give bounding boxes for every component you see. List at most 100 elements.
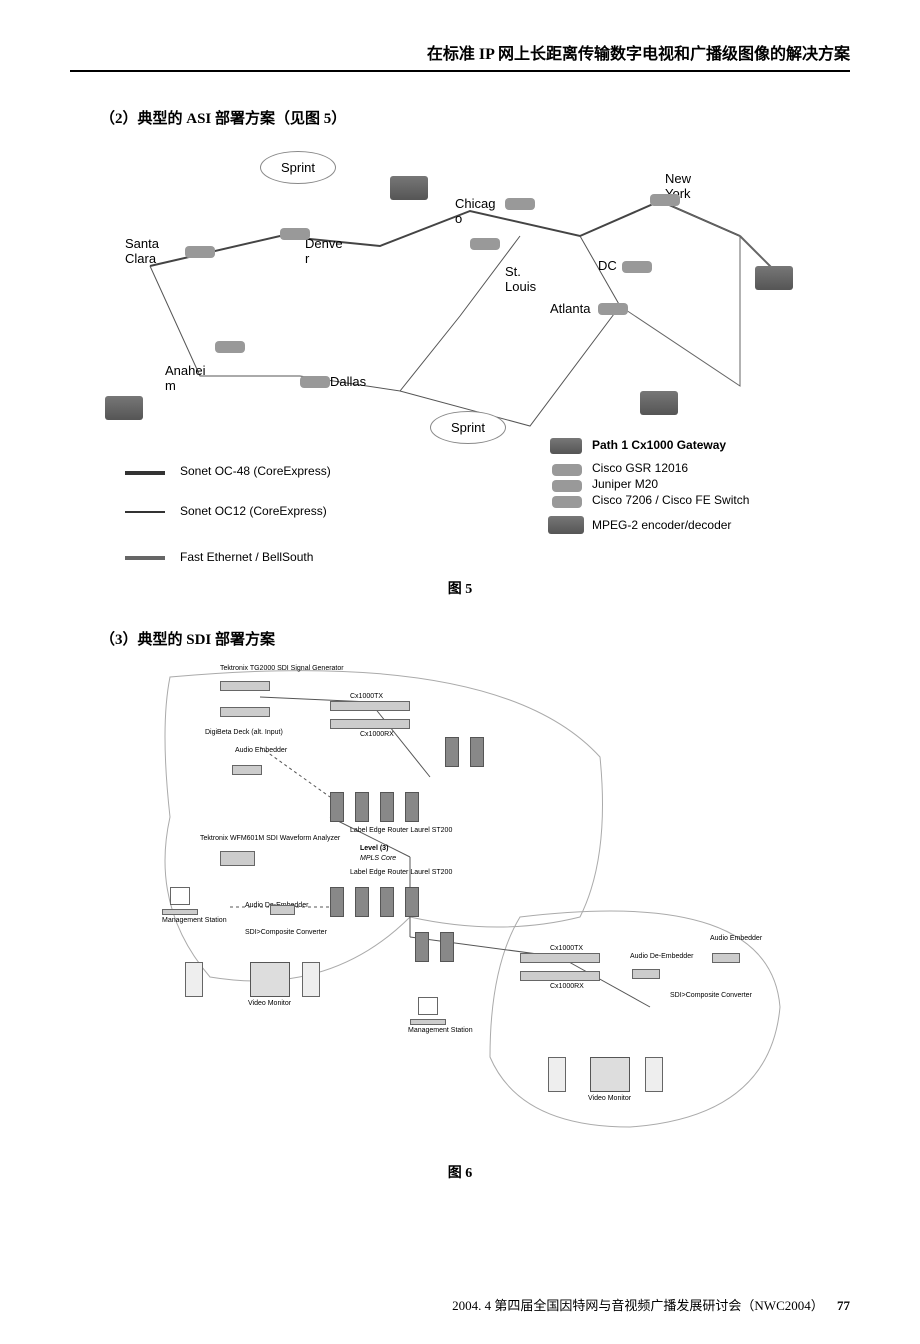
legend-gateway-icon — [550, 438, 582, 454]
monitor-2 — [590, 1057, 630, 1092]
speaker-3 — [548, 1057, 566, 1092]
legend-juniper-text: Juniper M20 — [592, 477, 658, 491]
audio-emb-box-1 — [232, 765, 262, 775]
digibeta-box — [220, 707, 270, 717]
chicago-label: Chicag o — [455, 196, 495, 226]
level3-label: Level (3) — [360, 845, 388, 852]
legend-fe-line — [125, 556, 165, 560]
denver-icon — [280, 228, 310, 240]
figure-6: Tektronix TG2000 SDI Signal Generator Cx… — [150, 657, 790, 1137]
monitor-1 — [250, 962, 290, 997]
chicago-icon — [505, 198, 535, 210]
cx1000tx-box-2 — [520, 953, 600, 963]
dallas-icon — [300, 376, 330, 388]
rack-12 — [440, 932, 454, 962]
dc-encoder-icon — [755, 266, 793, 290]
wfm-label: Tektronix WFM601M SDI Waveform Analyzer — [200, 835, 340, 842]
legend-7206-text: Cisco 7206 / Cisco FE Switch — [592, 493, 749, 507]
audio-emb-label-2: Audio Embedder — [710, 935, 762, 942]
atlanta-icon — [598, 303, 628, 315]
fig5-caption: 图 5 — [70, 578, 850, 598]
rack-8 — [355, 887, 369, 917]
legend-oc48-line — [125, 471, 165, 475]
dc-label: DC — [598, 258, 617, 273]
legend-7206-icon — [552, 496, 582, 508]
mgmt-label-1: Management Station — [162, 917, 227, 924]
rack-5 — [380, 792, 394, 822]
legend-gsr-icon — [552, 464, 582, 476]
atlanta-encoder-icon — [640, 391, 678, 415]
atlanta-label: Atlanta — [550, 301, 590, 316]
anaheim-label: Anahei m — [165, 363, 205, 393]
st-louis-icon — [470, 238, 500, 250]
rack-1 — [445, 737, 459, 767]
tg2000-box — [220, 681, 270, 691]
top-gateway-icon — [390, 176, 428, 200]
legend-mpeg-text: MPEG-2 encoder/decoder — [592, 518, 731, 532]
cx1000rx-label-2: Cx1000RX — [550, 983, 584, 990]
digibeta-label: DigiBeta Deck (alt. Input) — [205, 729, 283, 736]
legend-oc48-text: Sonet OC-48 (CoreExpress) — [180, 464, 331, 478]
denver-label: Denve r — [305, 236, 343, 266]
cx1000tx-label-1: Cx1000TX — [350, 693, 383, 700]
sdi-comp-label-2: SDI>Composite Converter — [670, 992, 752, 999]
ler-label-1: Label Edge Router Laurel ST200 — [350, 827, 452, 834]
rack-6 — [405, 792, 419, 822]
page-header: 在标准 IP 网上长距离传输数字电视和广播级图像的解决方案 — [70, 40, 850, 72]
fig6-caption: 图 6 — [70, 1162, 850, 1182]
page-footer: 2004. 4 第四届全国因特网与音视频广播发展研讨会（NWC2004） 77 — [452, 1295, 850, 1314]
cx1000tx-label-2: Cx1000TX — [550, 945, 583, 952]
audio-emb-box-2 — [712, 953, 740, 963]
audio-deemb-label-2: Audio De-Embedder — [630, 953, 693, 960]
mpls-label: MPLS Core — [360, 855, 396, 862]
mgmt-base-2 — [410, 1019, 446, 1025]
cx1000rx-label-1: Cx1000RX — [360, 731, 394, 738]
rack-7 — [330, 887, 344, 917]
audio-deemb-box-2 — [632, 969, 660, 979]
legend-fe-text: Fast Ethernet / BellSouth — [180, 550, 313, 564]
legend-juniper-icon — [552, 480, 582, 492]
figure-5: Sprint Sprint Santa Clara Denve r Chicag… — [100, 136, 820, 566]
section-2-title: （2）典型的 ASI 部署方案（见图 5） — [100, 107, 850, 128]
audio-deemb-box-1 — [270, 905, 295, 915]
legend-oc12-text: Sonet OC12 (CoreExpress) — [180, 504, 327, 518]
cx1000tx-box-1 — [330, 701, 410, 711]
rack-9 — [380, 887, 394, 917]
sprint-cloud-top: Sprint — [260, 151, 336, 184]
legend-gsr-text: Cisco GSR 12016 — [592, 461, 688, 475]
footer-text: 2004. 4 第四届全国因特网与音视频广播发展研讨会（NWC2004） — [452, 1298, 824, 1313]
rack-4 — [355, 792, 369, 822]
st-louis-label: St. Louis — [505, 264, 536, 294]
speaker-2 — [302, 962, 320, 997]
section-3-title: （3）典型的 SDI 部署方案 — [100, 628, 850, 649]
rack-11 — [415, 932, 429, 962]
audio-emb-label-1: Audio Embedder — [235, 747, 287, 754]
cx1000rx-box-2 — [520, 971, 600, 981]
legend-gateway-text: Path 1 Cx1000 Gateway — [592, 438, 726, 452]
speaker-4 — [645, 1057, 663, 1092]
santa-clara-icon — [185, 246, 215, 258]
page-number: 77 — [837, 1298, 850, 1313]
video-monitor-label-1: Video Monitor — [248, 1000, 291, 1007]
santa-clara-label: Santa Clara — [125, 236, 159, 266]
tg2000-label: Tektronix TG2000 SDI Signal Generator — [220, 665, 344, 672]
dc-icon — [622, 261, 652, 273]
anaheim-encoder-icon — [105, 396, 143, 420]
mgmt-base-1 — [162, 909, 198, 915]
dallas-label: Dallas — [330, 374, 366, 389]
anaheim-icon — [215, 341, 245, 353]
speaker-1 — [185, 962, 203, 997]
legend-mpeg-icon — [548, 516, 584, 534]
ler-label-2: Label Edge Router Laurel ST200 — [350, 869, 452, 876]
sdi-comp-label-1: SDI>Composite Converter — [245, 929, 327, 936]
rack-2 — [470, 737, 484, 767]
sprint-cloud-bottom: Sprint — [430, 411, 506, 444]
mgmt-screen-1 — [170, 887, 190, 905]
legend-oc12-line — [125, 511, 165, 513]
video-monitor-label-2: Video Monitor — [588, 1095, 631, 1102]
new-york-icon — [650, 194, 680, 206]
wfm-box — [220, 851, 255, 866]
mgmt-screen-2 — [418, 997, 438, 1015]
cx1000rx-box-1 — [330, 719, 410, 729]
rack-3 — [330, 792, 344, 822]
